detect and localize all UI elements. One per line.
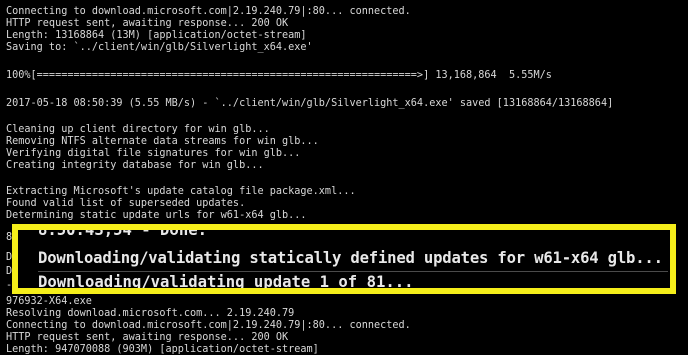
- terminal-line: Determining static update urls for w61-x…: [6, 210, 307, 221]
- terminal-line: HTTP request sent, awaiting response... …: [6, 18, 289, 29]
- terminal-line: Found valid list of superseded updates.: [6, 198, 246, 209]
- terminal-line: Creating integrity database for win glb.…: [6, 160, 264, 171]
- terminal-line: Removing NTFS alternate data streams for…: [6, 136, 319, 147]
- terminal-line: Connecting to download.microsoft.com|2.1…: [6, 6, 411, 17]
- highlight-bottom-line: Downloading/validating update 1 of 81...: [38, 273, 414, 291]
- terminal-line: Resolving download.microsoft.com... 2.19…: [6, 308, 295, 319]
- terminal-line: HTTP request sent, awaiting response... …: [6, 332, 289, 343]
- progress-line: 100%[===================================…: [6, 70, 552, 81]
- terminal-line: Length: 13168864 (13M) [application/octe…: [6, 30, 307, 41]
- terminal-line: Cleaning up client directory for win glb…: [6, 124, 270, 135]
- terminal-line: Saving to: `../client/win/glb/Silverligh…: [6, 42, 313, 53]
- screenshot-root: Connecting to download.microsoft.com|2.1…: [0, 0, 688, 355]
- highlight-callout: 8:50:43,54 - Done. Downloading/validatin…: [12, 224, 676, 294]
- terminal-line: 2017-05-18 08:50:39 (5.55 MB/s) - `../cl…: [6, 98, 614, 109]
- highlight-top-line: 8:50:43,54 - Done.: [38, 224, 207, 239]
- terminal-line: Verifying digital file signatures for wi…: [6, 148, 301, 159]
- terminal-line: Length: 947070088 (903M) [application/oc…: [6, 344, 319, 355]
- terminal-line: Extracting Microsoft's update catalog fi…: [6, 186, 356, 197]
- terminal-line: Connecting to download.microsoft.com|2.1…: [6, 320, 411, 331]
- highlight-main-line: Downloading/validating statically define…: [38, 249, 663, 267]
- terminal-window: Connecting to download.microsoft.com|2.1…: [0, 0, 688, 355]
- terminal-line: 976932-X64.exe: [6, 296, 92, 307]
